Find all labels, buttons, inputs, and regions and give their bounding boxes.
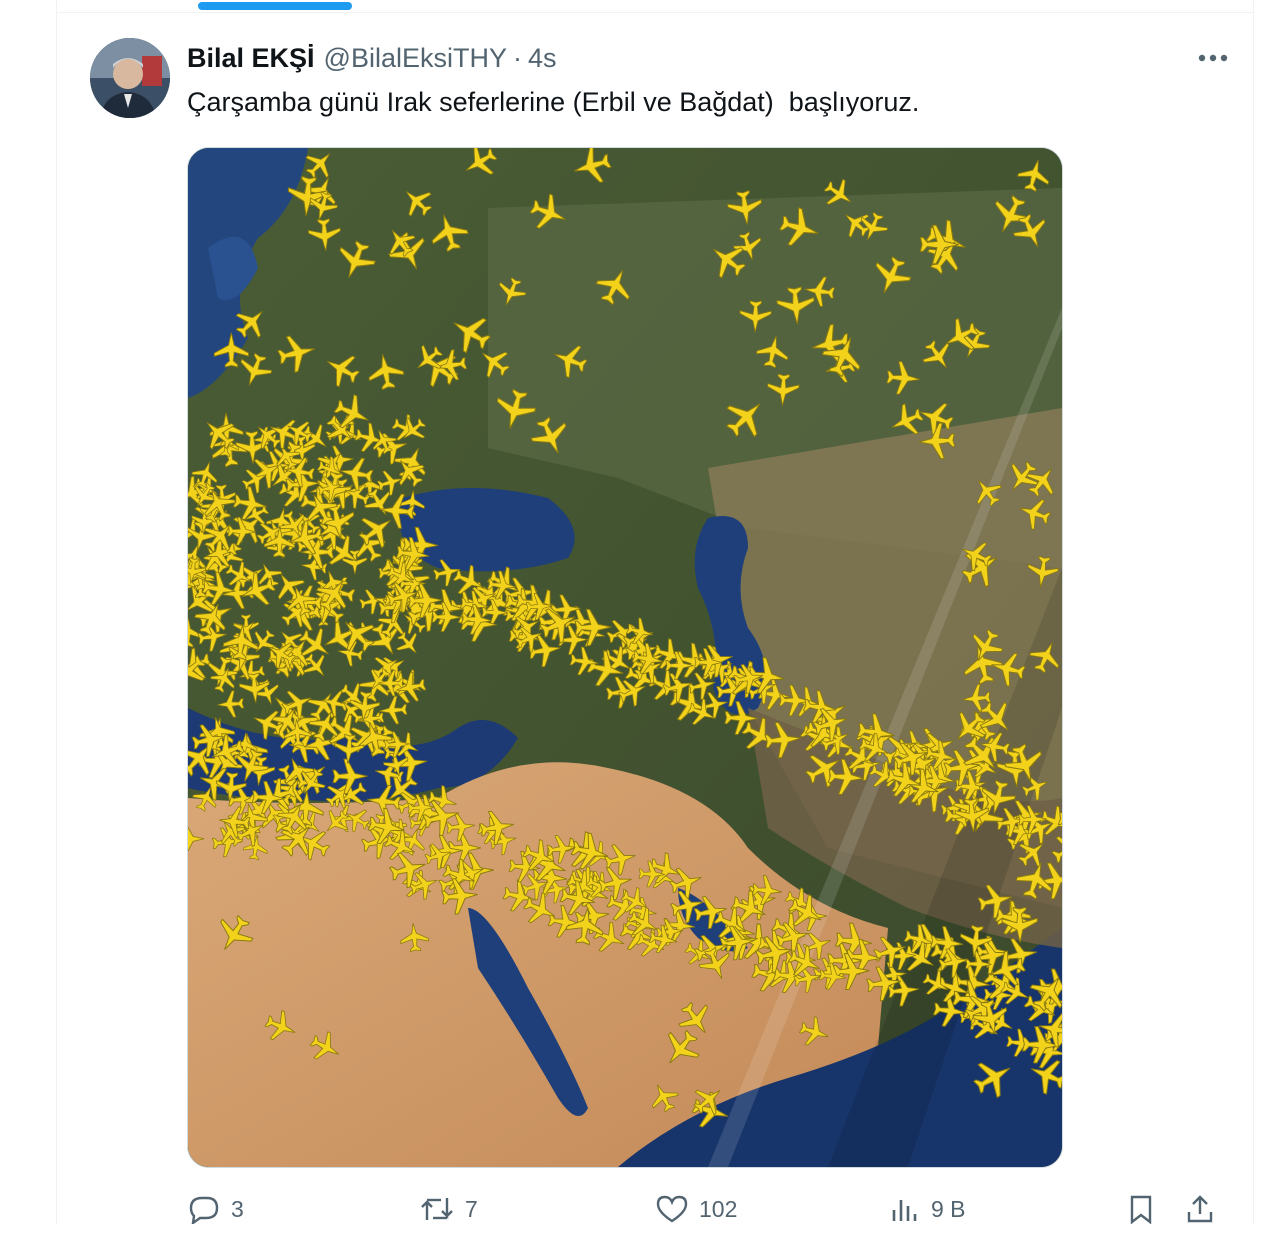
reply-count: 3: [231, 1195, 244, 1222]
tweet-actions: 3 7 102 9 B: [187, 1194, 1227, 1234]
share-icon: [1187, 1195, 1213, 1223]
retweet-button[interactable]: 7: [419, 1194, 478, 1224]
divider: [57, 12, 1253, 13]
more-options-button[interactable]: [1196, 46, 1230, 70]
reply-icon: [189, 1196, 219, 1224]
separator-dot: ·: [512, 43, 522, 73]
tweet-timestamp[interactable]: 4s: [528, 40, 557, 76]
author-avatar[interactable]: [90, 38, 170, 118]
like-button[interactable]: 102: [655, 1194, 737, 1224]
flight-map-image: [188, 148, 1062, 1167]
reply-button[interactable]: 3: [187, 1194, 244, 1224]
tweet-media-image[interactable]: [187, 147, 1063, 1168]
user-avatar-icon: [90, 38, 170, 118]
bookmark-icon: [1130, 1195, 1152, 1224]
more-horizontal-icon: [1198, 54, 1228, 62]
share-button[interactable]: [1185, 1194, 1215, 1224]
retweet-icon: [421, 1198, 453, 1220]
bookmark-button[interactable]: [1127, 1194, 1155, 1224]
views-chart-icon: [892, 1200, 917, 1221]
tweet-text: Çarşamba günü Irak seferlerine (Erbil ve…: [187, 87, 920, 117]
author-name[interactable]: Bilal EKŞİ: [187, 40, 315, 76]
heart-icon: [656, 1195, 688, 1223]
views-count: 9 B: [931, 1195, 966, 1222]
retweet-count: 7: [465, 1195, 478, 1222]
author-handle[interactable]: @BilalEksiTHY: [324, 40, 507, 76]
tweet-header: Bilal EKŞİ @BilalEksiTHY · 4s: [187, 40, 557, 76]
active-tab-indicator: [198, 2, 352, 10]
like-count: 102: [699, 1195, 738, 1222]
views-button[interactable]: 9 B: [889, 1194, 966, 1224]
